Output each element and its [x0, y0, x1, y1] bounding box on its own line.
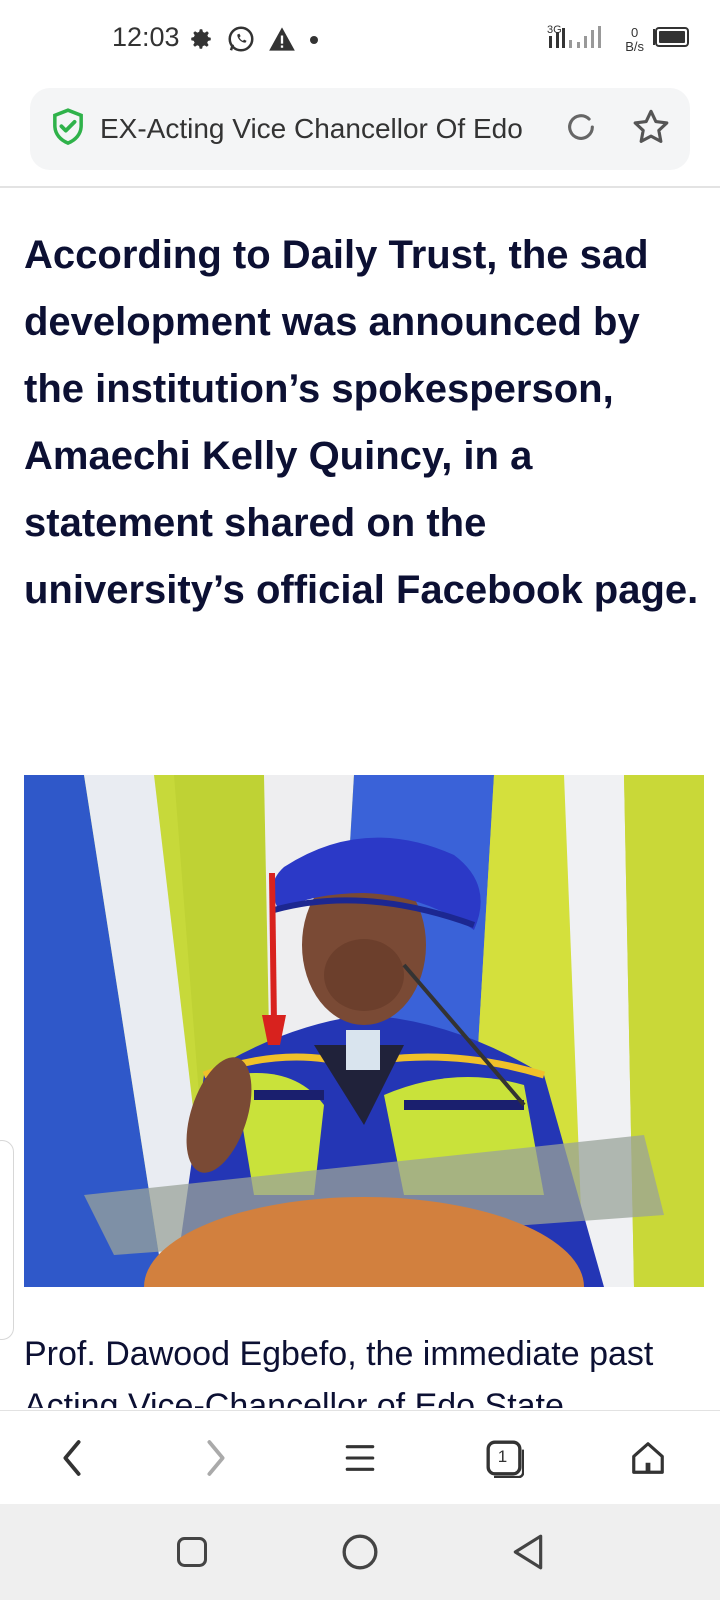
net-speed-value: 0: [630, 24, 639, 40]
recents-button[interactable]: [162, 1522, 222, 1582]
article-photo[interactable]: [24, 775, 704, 1287]
svg-text:3G: 3G: [547, 24, 562, 36]
address-bar-divider: [0, 186, 720, 188]
notification-icons: [188, 24, 320, 59]
status-bar: 12:03 3G 0 B/s: [0, 0, 720, 80]
back-nav-button[interactable]: [498, 1522, 558, 1582]
back-button[interactable]: [42, 1428, 102, 1488]
chevron-right-icon: [207, 1439, 225, 1476]
battery-icon: [652, 27, 690, 52]
bookmark-star-icon[interactable]: [632, 109, 670, 150]
home-nav-button[interactable]: [330, 1522, 390, 1582]
edge-panel-handle[interactable]: [0, 1140, 14, 1340]
hamburger-icon: [345, 1444, 375, 1471]
dot-indicator-icon: [308, 33, 320, 51]
square-icon: [177, 1537, 207, 1567]
net-speed: 0 B/s: [625, 24, 644, 54]
chevron-left-icon: [63, 1439, 81, 1476]
address-bar[interactable]: EX-Acting Vice Chancellor Of Edo: [30, 88, 690, 170]
home-button[interactable]: [618, 1428, 678, 1488]
signal-icon: 3G: [547, 22, 617, 57]
photo-caption: Prof. Dawood Egbefo, the immediate past …: [24, 1335, 654, 1408]
forward-button[interactable]: [186, 1428, 246, 1488]
triangle-back-icon: [513, 1534, 543, 1570]
menu-button[interactable]: [330, 1428, 390, 1488]
home-icon: [632, 1441, 664, 1474]
settings-gear-icon: [188, 26, 214, 57]
warning-icon: [268, 26, 296, 57]
tabs-button[interactable]: 1: [474, 1428, 534, 1488]
reload-icon[interactable]: [564, 110, 598, 149]
shield-check-icon[interactable]: [50, 107, 86, 151]
lead-paragraph: According to Daily Trust, the sad develo…: [24, 233, 699, 612]
browser-toolbar: 1: [0, 1410, 720, 1504]
whatsapp-icon: [226, 24, 256, 59]
article-body: According to Daily Trust, the sad develo…: [24, 222, 704, 624]
page-title[interactable]: EX-Acting Vice Chancellor Of Edo: [100, 113, 540, 145]
tab-count: 1: [497, 1446, 508, 1466]
system-status-icons: 3G 0 B/s: [547, 22, 690, 57]
system-navigation-bar: [0, 1504, 720, 1600]
circle-icon: [342, 1534, 378, 1570]
status-time: 12:03: [112, 22, 180, 52]
net-speed-unit: B/s: [625, 38, 644, 54]
